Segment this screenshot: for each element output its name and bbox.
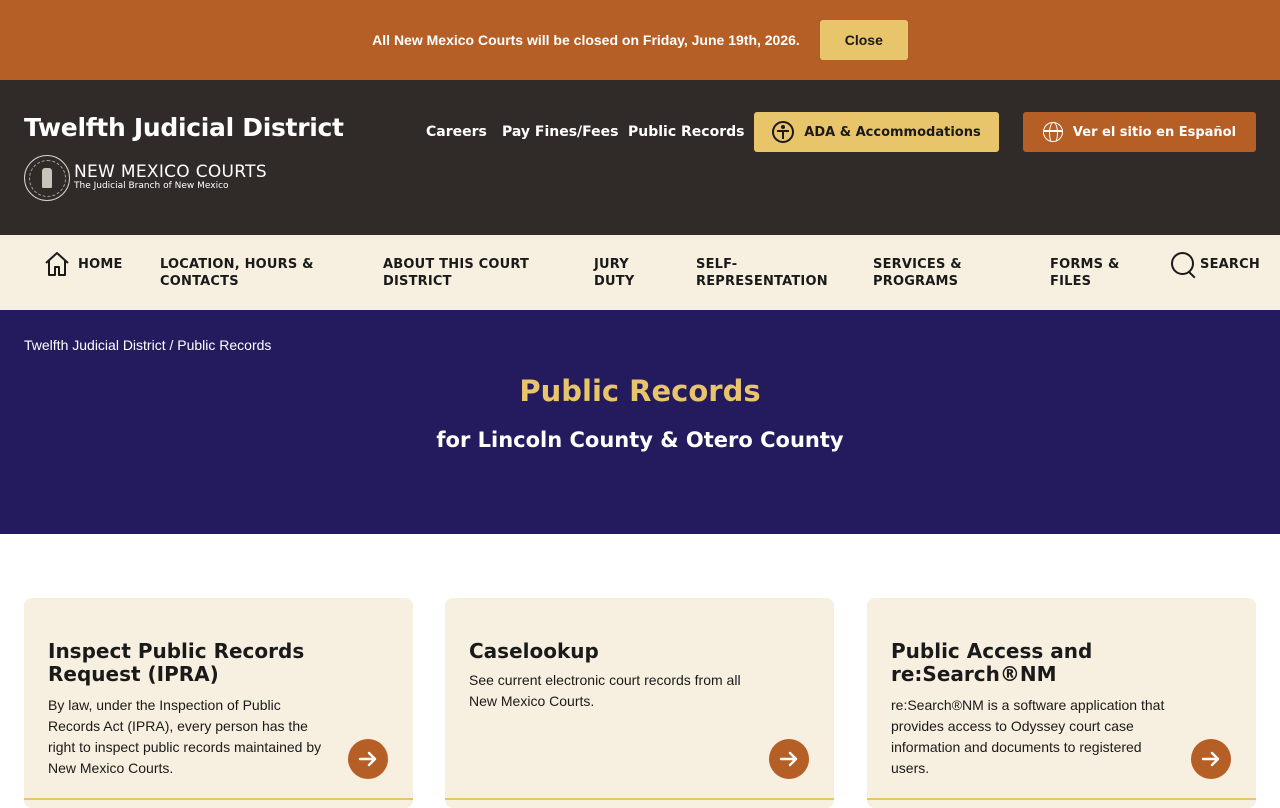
card-description: By law, under the Inspection of Public R… bbox=[48, 697, 322, 776]
nav-label-line: LOCATION, HOURS & bbox=[160, 257, 314, 272]
search-icon bbox=[1170, 251, 1196, 277]
nav-label-line: PROGRAMS bbox=[873, 274, 959, 289]
card-title: Public Access and re:Search®NM bbox=[891, 639, 1093, 686]
nav-location-hours-contacts[interactable]: LOCATION, HOURS & CONTACTS bbox=[160, 256, 314, 290]
nav-label-line: DISTRICT bbox=[383, 274, 452, 289]
nav-label-line: ABOUT THIS COURT bbox=[383, 257, 530, 272]
page-hero: Twelfth Judicial District / Public Recor… bbox=[0, 310, 1280, 534]
alert-banner: All New Mexico Courts will be closed on … bbox=[0, 0, 1280, 80]
nav-label-line: REPRESENTATION bbox=[696, 274, 828, 289]
site-header: Twelfth Judicial District NEW MEXICO COU… bbox=[0, 80, 1280, 235]
nav-home-label: HOME bbox=[78, 256, 123, 272]
nav-label-line: DUTY bbox=[594, 274, 635, 289]
nm-courts-logo[interactable]: NEW MEXICO COURTS The Judicial Branch of… bbox=[24, 155, 267, 201]
nav-label-line: SERVICES & bbox=[873, 257, 962, 272]
card-research-nm[interactable]: Public Access and re:Search®NM re:Search… bbox=[867, 598, 1256, 808]
card-description: See current electronic court records fro… bbox=[469, 672, 741, 709]
arrow-right-icon[interactable] bbox=[348, 739, 388, 779]
page-title: Public Records bbox=[519, 374, 761, 408]
court-seal-icon bbox=[24, 155, 70, 201]
public-records-link[interactable]: Public Records bbox=[628, 124, 744, 140]
close-alert-button[interactable]: Close bbox=[819, 20, 908, 60]
nav-label-line: CONTACTS bbox=[160, 274, 239, 289]
pay-fines-link[interactable]: Pay Fines/Fees bbox=[502, 124, 619, 140]
site-title[interactable]: Twelfth Judicial District bbox=[24, 113, 344, 142]
nav-label-line: SELF- bbox=[696, 257, 738, 272]
spanish-label: Ver el sitio en Español bbox=[1072, 124, 1237, 140]
card-title: Caselookup bbox=[469, 639, 599, 663]
nav-jury-duty[interactable]: JURY DUTY bbox=[594, 256, 634, 290]
nav-forms-files[interactable]: FORMS & FILES bbox=[1050, 256, 1120, 290]
nav-self-representation[interactable]: SELF- REPRESENTATION bbox=[696, 256, 828, 290]
nav-label-line: FILES bbox=[1050, 274, 1092, 289]
card-ipra[interactable]: Inspect Public Records Request (IPRA) By… bbox=[24, 598, 413, 808]
nav-label-line: JURY bbox=[594, 257, 629, 272]
accessibility-icon bbox=[772, 121, 795, 143]
careers-link[interactable]: Careers bbox=[426, 124, 487, 140]
arrow-right-icon[interactable] bbox=[1191, 739, 1231, 779]
nav-about-court-district[interactable]: ABOUT THIS COURT DISTRICT bbox=[383, 256, 529, 290]
nav-search-label: SEARCH bbox=[1200, 256, 1260, 272]
logo-name: NEW MEXICO COURTS bbox=[74, 162, 267, 182]
nav-home[interactable]: HOME bbox=[44, 251, 123, 277]
card-caselookup[interactable]: Caselookup See current electronic court … bbox=[445, 598, 834, 808]
nav-services-programs[interactable]: SERVICES & PROGRAMS bbox=[873, 256, 962, 290]
home-icon bbox=[44, 251, 70, 277]
card-description: re:Search®NM is a software application t… bbox=[891, 697, 1165, 776]
arrow-right-icon[interactable] bbox=[769, 739, 809, 779]
card-title: Inspect Public Records Request (IPRA) bbox=[48, 639, 305, 686]
main-nav: HOME LOCATION, HOURS & CONTACTS ABOUT TH… bbox=[0, 235, 1280, 310]
nav-search[interactable]: SEARCH bbox=[1170, 251, 1260, 277]
globe-icon bbox=[1042, 122, 1063, 142]
page-subtitle: for Lincoln County & Otero County bbox=[436, 428, 844, 452]
ada-accommodations-button[interactable]: ADA & Accommodations bbox=[754, 112, 999, 152]
alert-message: All New Mexico Courts will be closed on … bbox=[372, 32, 800, 48]
breadcrumb[interactable]: Twelfth Judicial District / Public Recor… bbox=[24, 337, 271, 353]
logo-tagline: The Judicial Branch of New Mexico bbox=[74, 181, 229, 191]
nav-label-line: FORMS & bbox=[1050, 257, 1120, 272]
spanish-site-button[interactable]: Ver el sitio en Español bbox=[1023, 112, 1256, 152]
ada-label: ADA & Accommodations bbox=[804, 124, 981, 140]
